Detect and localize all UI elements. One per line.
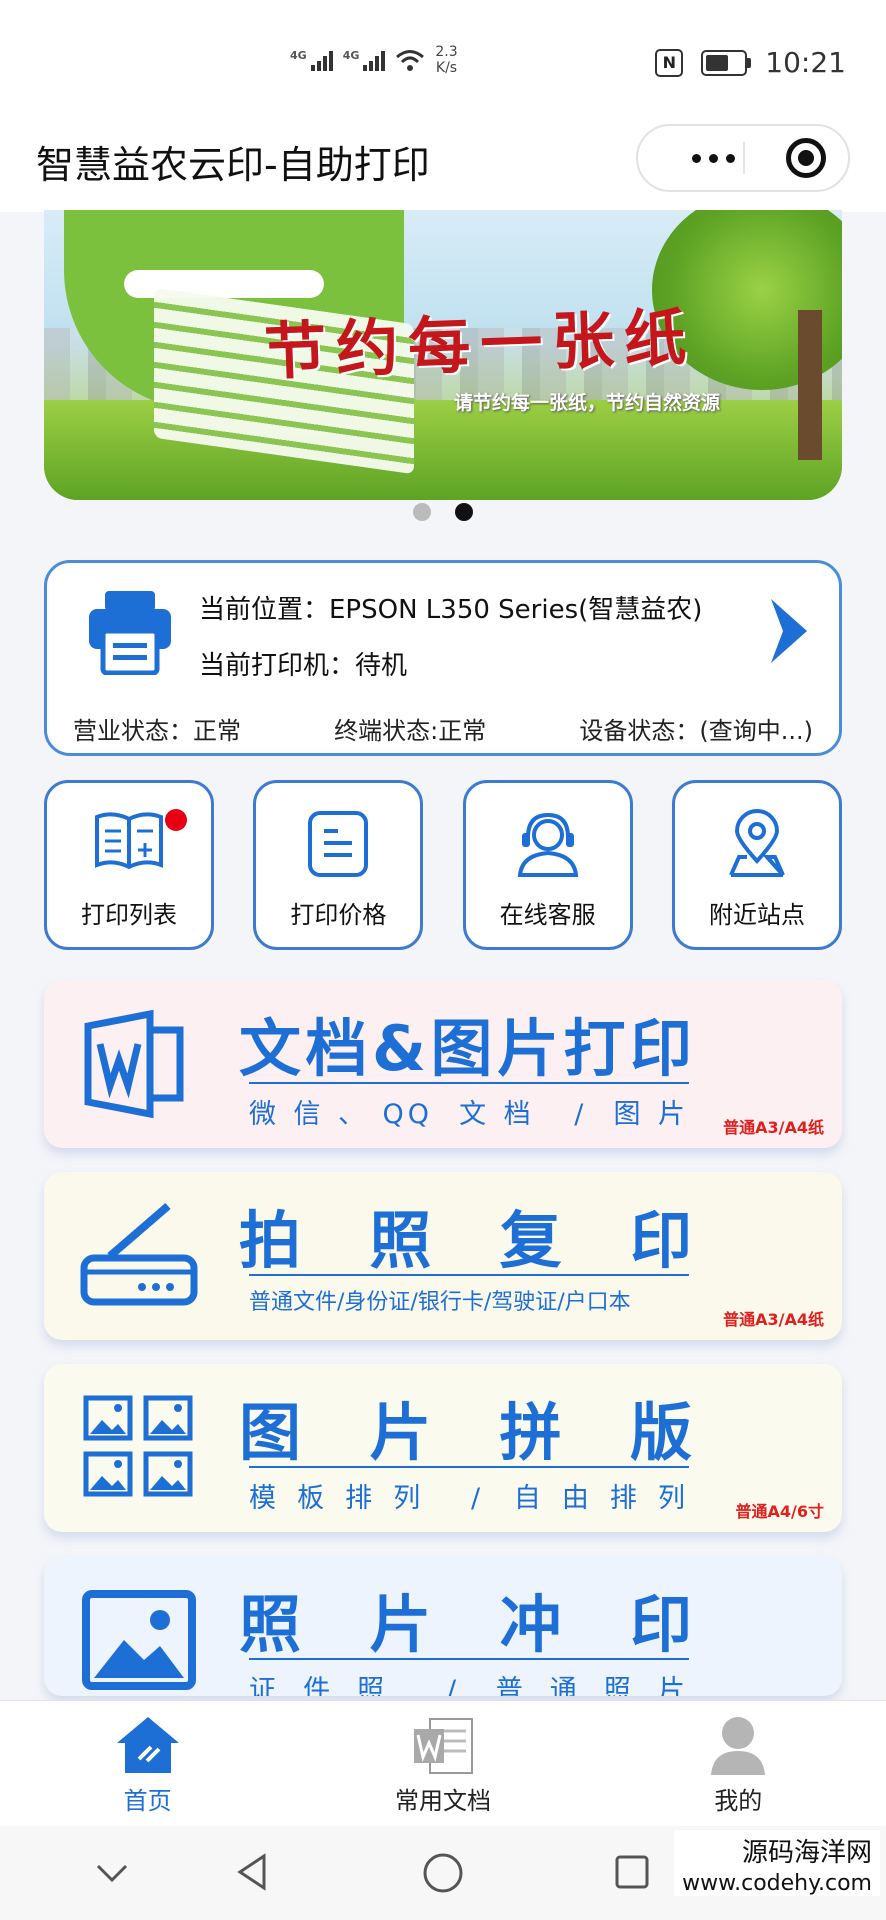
promo-banner[interactable]: 节约每一张纸 请节约每一张纸，节约自然资源 [44, 210, 842, 500]
feature-title: 拍照复印 [239, 1204, 694, 1277]
quick-action-label: 打印价格 [290, 901, 387, 929]
feature-divider [249, 1274, 689, 1276]
feature-subtitle: 证件照 / 普通照片 [249, 1675, 689, 1696]
image-layout-card[interactable]: 图片拼版 模板排列 / 自由排列 普通A4/6寸 [44, 1364, 842, 1532]
quick-actions: 打印列表 打印价格 在线客服 附近站点 [44, 780, 842, 950]
banner-dot-active[interactable] [455, 503, 473, 521]
banner-subtitle: 请节约每一张纸，节约自然资源 [454, 392, 721, 414]
tab-label: 首页 [123, 1787, 172, 1815]
photo-print-card[interactable]: 照片冲印 证件照 / 普通照片 [44, 1556, 842, 1696]
feature-divider [249, 1082, 689, 1084]
printer-status: 当前打印机：待机 [199, 651, 408, 681]
home-circle-icon[interactable] [422, 1852, 464, 1894]
book-list-icon [95, 812, 163, 870]
clock: 10:21 [765, 46, 846, 79]
feature-title: 照片冲印 [239, 1588, 694, 1661]
terminal-status: 终端状态:正常 [334, 717, 487, 745]
battery-level [706, 54, 729, 71]
feature-subtitle: 普通文件/身份证/银行卡/驾驶证/户口本 [249, 1290, 631, 1315]
system-indicators: N 10:21 [655, 46, 846, 79]
back-triangle-icon[interactable] [232, 1852, 272, 1892]
word-file-icon [413, 1718, 473, 1774]
user-icon [711, 1717, 766, 1775]
banner-pagination [0, 503, 886, 521]
notification-badge [165, 809, 187, 831]
photo-icon [82, 1590, 196, 1690]
status-bar: 4G 4G 2.3 K/s N 10:21 [0, 0, 886, 100]
paper-size-tag: 普通A3/A4纸 [723, 1118, 824, 1137]
watermark-url: www.codehy.com [674, 1871, 880, 1896]
bottom-tab-bar: 首页 常用文档 我的 [0, 1700, 886, 1827]
watermark: 源码海洋网 www.codehy.com [674, 1830, 880, 1896]
page-title: 智慧益农云印-自助打印 [36, 143, 430, 187]
tab-mine[interactable]: 我的 [638, 1701, 838, 1827]
tab-label: 我的 [714, 1787, 763, 1815]
capsule-menu [636, 124, 850, 192]
image-grid-icon [83, 1395, 193, 1497]
quick-action-label: 在线客服 [499, 901, 596, 929]
recent-apps-icon[interactable] [612, 1852, 652, 1892]
nfc-icon: N [655, 48, 684, 77]
network-type-label: 4G [290, 49, 307, 62]
cellular-signal-icon: 4G [290, 49, 333, 71]
photo-copy-card[interactable]: 拍照复印 普通文件/身份证/银行卡/驾驶证/户口本 普通A3/A4纸 [44, 1172, 842, 1340]
printer-status-row: 营业状态：正常 终端状态:正常 设备状态：(查询中...) [73, 711, 813, 746]
battery-icon [701, 49, 752, 76]
feature-divider [249, 1466, 689, 1468]
network-type-label-2: 4G [342, 49, 360, 62]
chevron-down-icon[interactable] [92, 1852, 132, 1892]
location-pin-icon [729, 809, 785, 877]
printer-icon [89, 591, 171, 675]
price-doc-icon [308, 811, 369, 877]
home-icon [116, 1717, 179, 1773]
network-indicators: 4G 4G 2.3 K/s [290, 44, 458, 76]
wifi-icon [396, 50, 425, 71]
banner-tree-trunk [798, 310, 822, 460]
word-doc-icon [84, 1009, 184, 1119]
mini-program-title-bar: 智慧益农云印-自助打印 [0, 100, 886, 212]
print-list-button[interactable]: 打印列表 [44, 780, 214, 950]
banner-dot[interactable] [413, 503, 431, 521]
business-status: 营业状态：正常 [73, 717, 241, 745]
feature-subtitle: 微信、QQ 文档 / 图片 [249, 1099, 689, 1130]
speed-value: 2.3 [435, 44, 458, 60]
quick-action-label: 附近站点 [708, 901, 805, 929]
banner-slogan: 节约每一张纸 [263, 300, 698, 389]
doc-image-print-card[interactable]: 文档&图片打印 微信、QQ 文档 / 图片 普通A3/A4纸 [44, 980, 842, 1148]
speed-unit: K/s [435, 60, 458, 76]
chevron-right-icon[interactable] [767, 595, 811, 667]
network-speed: 2.3 K/s [435, 44, 457, 76]
scanner-icon [80, 1202, 198, 1306]
target-close-icon[interactable] [786, 138, 826, 178]
tab-home[interactable]: 首页 [48, 1701, 248, 1827]
paper-size-tag: 普通A4/6寸 [735, 1502, 825, 1521]
tab-common-docs[interactable]: 常用文档 [343, 1701, 543, 1827]
feature-divider [249, 1658, 689, 1660]
watermark-name: 源码海洋网 [674, 1830, 880, 1871]
quick-action-label: 打印列表 [81, 901, 177, 929]
feature-title: 文档&图片打印 [239, 1012, 694, 1085]
capsule-divider [743, 142, 745, 174]
device-status: 设备状态：(查询中...) [579, 717, 813, 745]
feature-subtitle: 模板排列 / 自由排列 [249, 1483, 689, 1514]
feature-title: 图片拼版 [239, 1396, 694, 1469]
printer-info-card[interactable]: 当前位置：EPSON L350 Series(智慧益农) 当前打印机：待机 营业… [44, 560, 842, 756]
online-service-button[interactable]: 在线客服 [462, 780, 633, 950]
tab-label: 常用文档 [394, 1787, 491, 1815]
print-price-button[interactable]: 打印价格 [253, 780, 424, 950]
customer-service-icon [517, 812, 578, 877]
printer-location: 当前位置：EPSON L350 Series(智慧益农) [199, 595, 703, 625]
nearby-stations-button[interactable]: 附近站点 [671, 780, 842, 950]
cellular-signal-icon-2: 4G [343, 49, 386, 71]
paper-size-tag: 普通A3/A4纸 [723, 1310, 824, 1329]
